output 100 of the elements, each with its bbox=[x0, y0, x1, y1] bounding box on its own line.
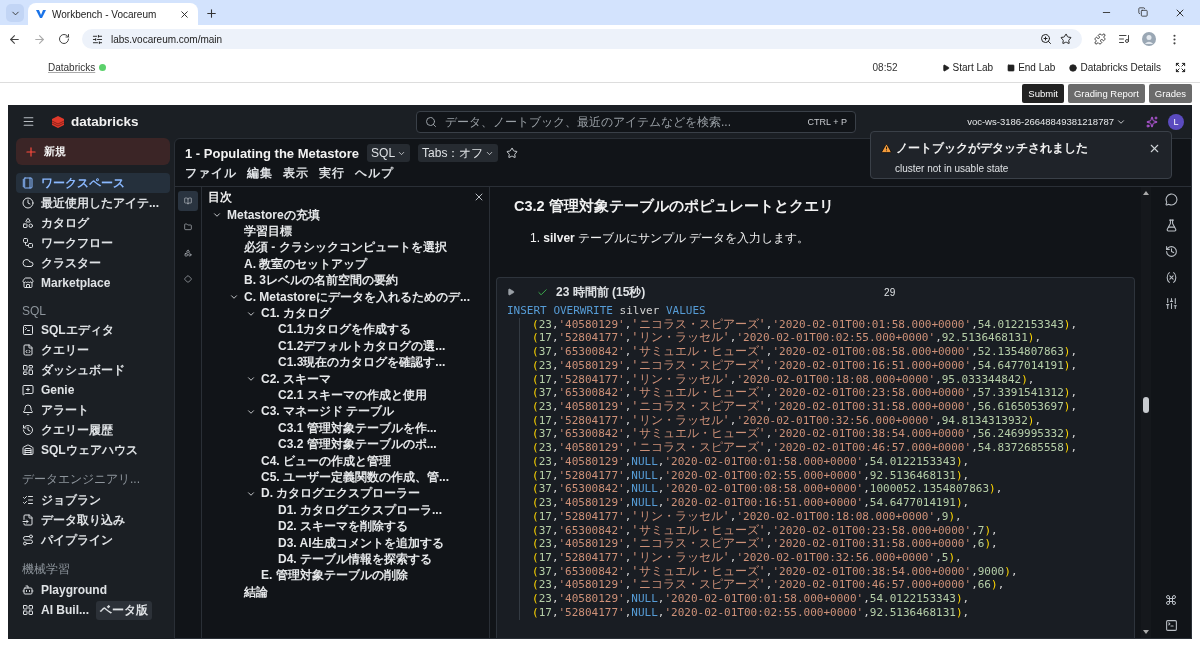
sidebar-item[interactable]: 最近使用したアイテ... bbox=[16, 193, 170, 213]
menu-item[interactable]: ヘルプ bbox=[355, 165, 394, 182]
sidebar-item[interactable]: Genie bbox=[16, 380, 170, 400]
tab-list-button[interactable] bbox=[6, 4, 24, 22]
toc-item[interactable]: B. 3レベルの名前空間の要約 bbox=[244, 272, 398, 290]
toc-item[interactable]: D3. AI生成コメントを追加する bbox=[278, 534, 444, 552]
menu-item[interactable]: ファイル bbox=[185, 165, 237, 182]
sidebar-item[interactable]: カタログ bbox=[16, 213, 170, 233]
code-line: (17,'52804177','リン・ラッセル','2020-02-01T00:18:08.000+0000',95.033344842), bbox=[519, 372, 1134, 387]
sidebar-item[interactable]: SQLウェアハウス bbox=[16, 440, 170, 460]
bell-icon bbox=[22, 404, 34, 416]
sidebar-item[interactable]: ジョブラン bbox=[16, 490, 170, 510]
sidebar-item[interactable]: クラスター bbox=[16, 253, 170, 273]
sparkle-icon bbox=[1146, 115, 1158, 128]
menu-item[interactable]: 表示 bbox=[283, 165, 309, 182]
menu-item[interactable]: 編集 bbox=[247, 165, 273, 182]
toc-item[interactable]: C3.2 管理対象テーブルのポ... bbox=[278, 436, 437, 454]
toc-item[interactable]: A. 教室のセットアップ bbox=[244, 255, 368, 273]
comment-icon bbox=[1164, 193, 1178, 206]
sidebar-item[interactable]: パイプライン bbox=[16, 530, 170, 550]
sidebar-item[interactable]: ワークスペース bbox=[16, 173, 170, 193]
address-bar[interactable]: labs.vocareum.com/main bbox=[82, 29, 1082, 49]
warning-icon bbox=[881, 143, 892, 154]
dashboard-icon bbox=[22, 364, 34, 376]
toc-item[interactable]: C4. ビューの作成と管理 bbox=[261, 452, 391, 470]
scrollbar[interactable] bbox=[1141, 187, 1151, 638]
bot-icon bbox=[22, 584, 34, 596]
clock-text: 08:52 bbox=[872, 62, 898, 73]
search-field[interactable]: データ、ノートブック、最近のアイテムなどを検索... CTRL + P bbox=[416, 110, 856, 133]
toc-item[interactable]: 学習目標 bbox=[244, 223, 292, 241]
toc-item[interactable]: C1. カタログ bbox=[261, 305, 331, 323]
tabs-dropdown[interactable]: Tabs：オフ bbox=[418, 144, 499, 162]
browser-tab[interactable]: Workbench - Vocareum bbox=[28, 3, 198, 25]
message-plus-icon bbox=[22, 384, 34, 396]
brand-name: databricks bbox=[71, 114, 139, 129]
route-icon bbox=[22, 534, 34, 546]
new-button[interactable]: 新規 bbox=[16, 138, 170, 165]
sidebar-item[interactable]: SQLエディタ bbox=[16, 320, 170, 340]
toc-item[interactable]: 結論 bbox=[244, 583, 268, 601]
grid-icon bbox=[22, 604, 34, 616]
toc-item[interactable]: C1.3現在のカタログを確認す... bbox=[278, 354, 446, 372]
logo-icon bbox=[51, 114, 65, 129]
checklist-icon bbox=[22, 494, 34, 506]
menu-item[interactable]: 実行 bbox=[319, 165, 345, 182]
status-dot bbox=[99, 64, 107, 71]
check-icon bbox=[537, 286, 548, 298]
sidebar-item[interactable]: クエリー履歴 bbox=[16, 420, 170, 440]
workspace-switcher[interactable]: voc-ws-3186-26648849381218787 bbox=[961, 115, 1132, 128]
toc-item[interactable]: C2. スキーマ bbox=[261, 370, 331, 388]
clock-icon bbox=[22, 197, 34, 209]
service-link[interactable]: Databricks bbox=[48, 62, 107, 73]
notebook-title: 1 - Populating the Metastore bbox=[185, 145, 360, 161]
sidebar-item[interactable]: アラート bbox=[16, 400, 170, 420]
zoom-icon bbox=[1040, 33, 1052, 45]
language-dropdown[interactable]: SQL bbox=[367, 144, 411, 162]
lab-button[interactable]: Grading Report bbox=[1067, 84, 1145, 103]
lab-action-link[interactable]: Databricks Details bbox=[1069, 62, 1161, 73]
close-icon bbox=[179, 8, 190, 20]
stop-icon bbox=[1007, 63, 1016, 72]
sidebar-item[interactable]: AI Buil... ベータ版 bbox=[16, 600, 170, 620]
code-line: (23,'40580129',NULL,'2020-02-01T00:16:51.000+0000',54.6477014191), bbox=[519, 496, 1134, 510]
media-icon bbox=[1118, 33, 1130, 45]
sidebar-item[interactable]: Marketplace bbox=[16, 273, 170, 293]
toc-item[interactable]: C3.1 管理対象テーブルを作... bbox=[278, 419, 437, 437]
toc-item[interactable]: C1.1カタログを作成する bbox=[278, 321, 412, 339]
plus-icon bbox=[24, 144, 38, 159]
search-icon bbox=[425, 115, 437, 128]
scroll-up-icon[interactable] bbox=[1142, 189, 1150, 197]
sidebar-item[interactable]: データ取り込み bbox=[16, 510, 170, 530]
extensions-icon bbox=[1094, 33, 1106, 45]
toc-item[interactable]: D. カタログエクスプローラー bbox=[261, 485, 421, 503]
toc-item[interactable]: 必須 - クラシックコンピュートを選択 bbox=[244, 239, 447, 257]
toc-item[interactable]: E. 管理対象テーブルの削除 bbox=[261, 567, 408, 585]
sidebar-item[interactable]: クエリー bbox=[16, 340, 170, 360]
reload-icon bbox=[58, 33, 70, 45]
toc-item[interactable]: D2. スキーマを削除する bbox=[278, 518, 408, 536]
sidebar-section-heading: データエンジニアリ... bbox=[21, 471, 141, 488]
sidebar-item[interactable]: Playground bbox=[16, 580, 170, 600]
lab-button[interactable]: Submit bbox=[1022, 84, 1064, 103]
scroll-down-icon[interactable] bbox=[1142, 628, 1150, 636]
user-avatar[interactable]: L bbox=[1168, 113, 1184, 130]
toc-item[interactable]: D4. テーブル情報を探索する bbox=[278, 550, 432, 568]
lab-button[interactable]: Grades bbox=[1148, 84, 1192, 103]
history-icon bbox=[22, 424, 34, 436]
code-line: (17,'52804177',NULL,'2020-02-01T00:02:55.000+0000',92.5136468131), bbox=[519, 468, 1134, 483]
toc-item[interactable]: C1.2デフォルトカタログの選... bbox=[278, 337, 446, 355]
sidebar-item[interactable]: ダッシュボード bbox=[16, 360, 170, 380]
profile-avatar-icon[interactable] bbox=[1142, 32, 1156, 46]
sidebar-item[interactable]: ワークフロー bbox=[16, 233, 170, 253]
toc-item[interactable]: C3. マネージド テーブル bbox=[261, 403, 395, 421]
toc-item[interactable]: D1. カタログエクスプローラ... bbox=[278, 501, 442, 519]
toc-item[interactable]: C. Metastoreにデータを入れるためのデ... bbox=[244, 288, 471, 306]
play-icon bbox=[941, 63, 950, 72]
toc-item[interactable]: C2.1 スキーマの作成と使用 bbox=[278, 387, 427, 404]
scrollbar-thumb[interactable] bbox=[1143, 397, 1149, 413]
toc-item[interactable]: C5. ユーザー定義関数の作成、管... bbox=[261, 468, 449, 486]
toc-item[interactable]: Metastoreの充填 bbox=[227, 206, 320, 224]
side-tool-button[interactable] bbox=[178, 191, 198, 211]
lab-action-link[interactable]: Start Lab bbox=[941, 62, 994, 73]
lab-action-link[interactable]: End Lab bbox=[1007, 62, 1056, 73]
